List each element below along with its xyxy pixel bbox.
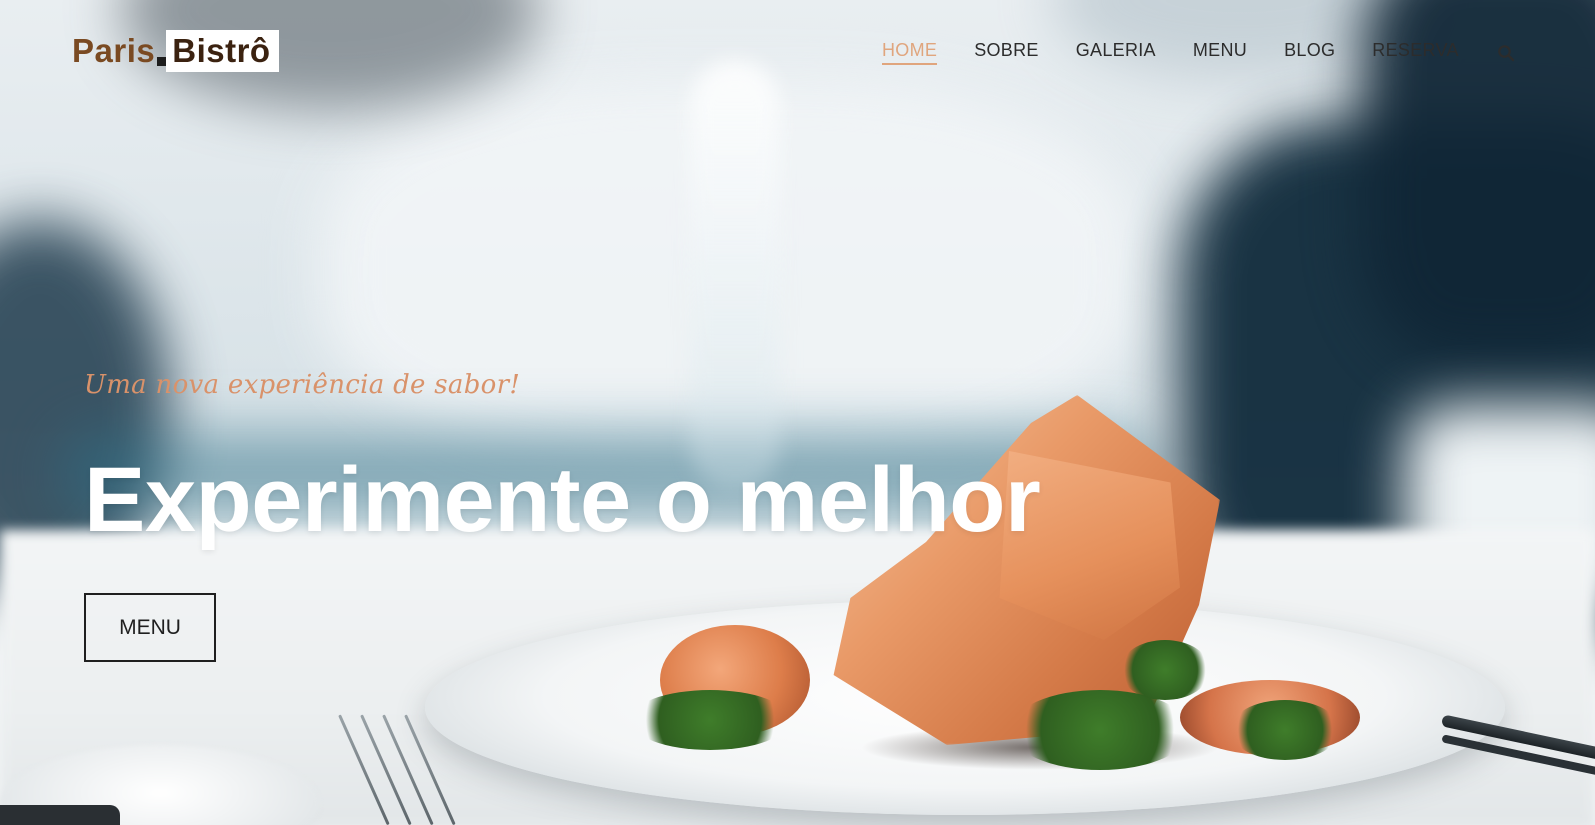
search-button[interactable] — [1495, 42, 1517, 64]
hero-tagline: Uma nova experiência de sabor! — [84, 370, 521, 400]
nav-item-home[interactable]: HOME — [882, 40, 938, 65]
nav-item-blog[interactable]: BLOG — [1284, 40, 1335, 65]
site-logo[interactable]: Paris Bistrô — [72, 30, 279, 72]
search-icon — [1497, 44, 1514, 61]
logo-dot — [157, 56, 167, 66]
logo-text-bistro: Bistrô — [166, 30, 279, 72]
nav-item-sobre[interactable]: SOBRE — [974, 40, 1039, 65]
nav-item-galeria[interactable]: GALERIA — [1076, 40, 1156, 65]
main-navigation: HOME SOBRE GALERIA MENU BLOG RESERVA — [882, 40, 1517, 65]
logo-text-paris: Paris — [72, 32, 156, 69]
hero-menu-button[interactable]: MENU — [84, 593, 216, 662]
fork-image — [318, 714, 478, 825]
nav-item-reserva[interactable]: RESERVA — [1372, 40, 1458, 65]
hero-background-image — [0, 0, 1595, 825]
hero-headline: Experimente o melhor — [84, 449, 1041, 551]
nav-item-menu[interactable]: MENU — [1193, 40, 1247, 65]
